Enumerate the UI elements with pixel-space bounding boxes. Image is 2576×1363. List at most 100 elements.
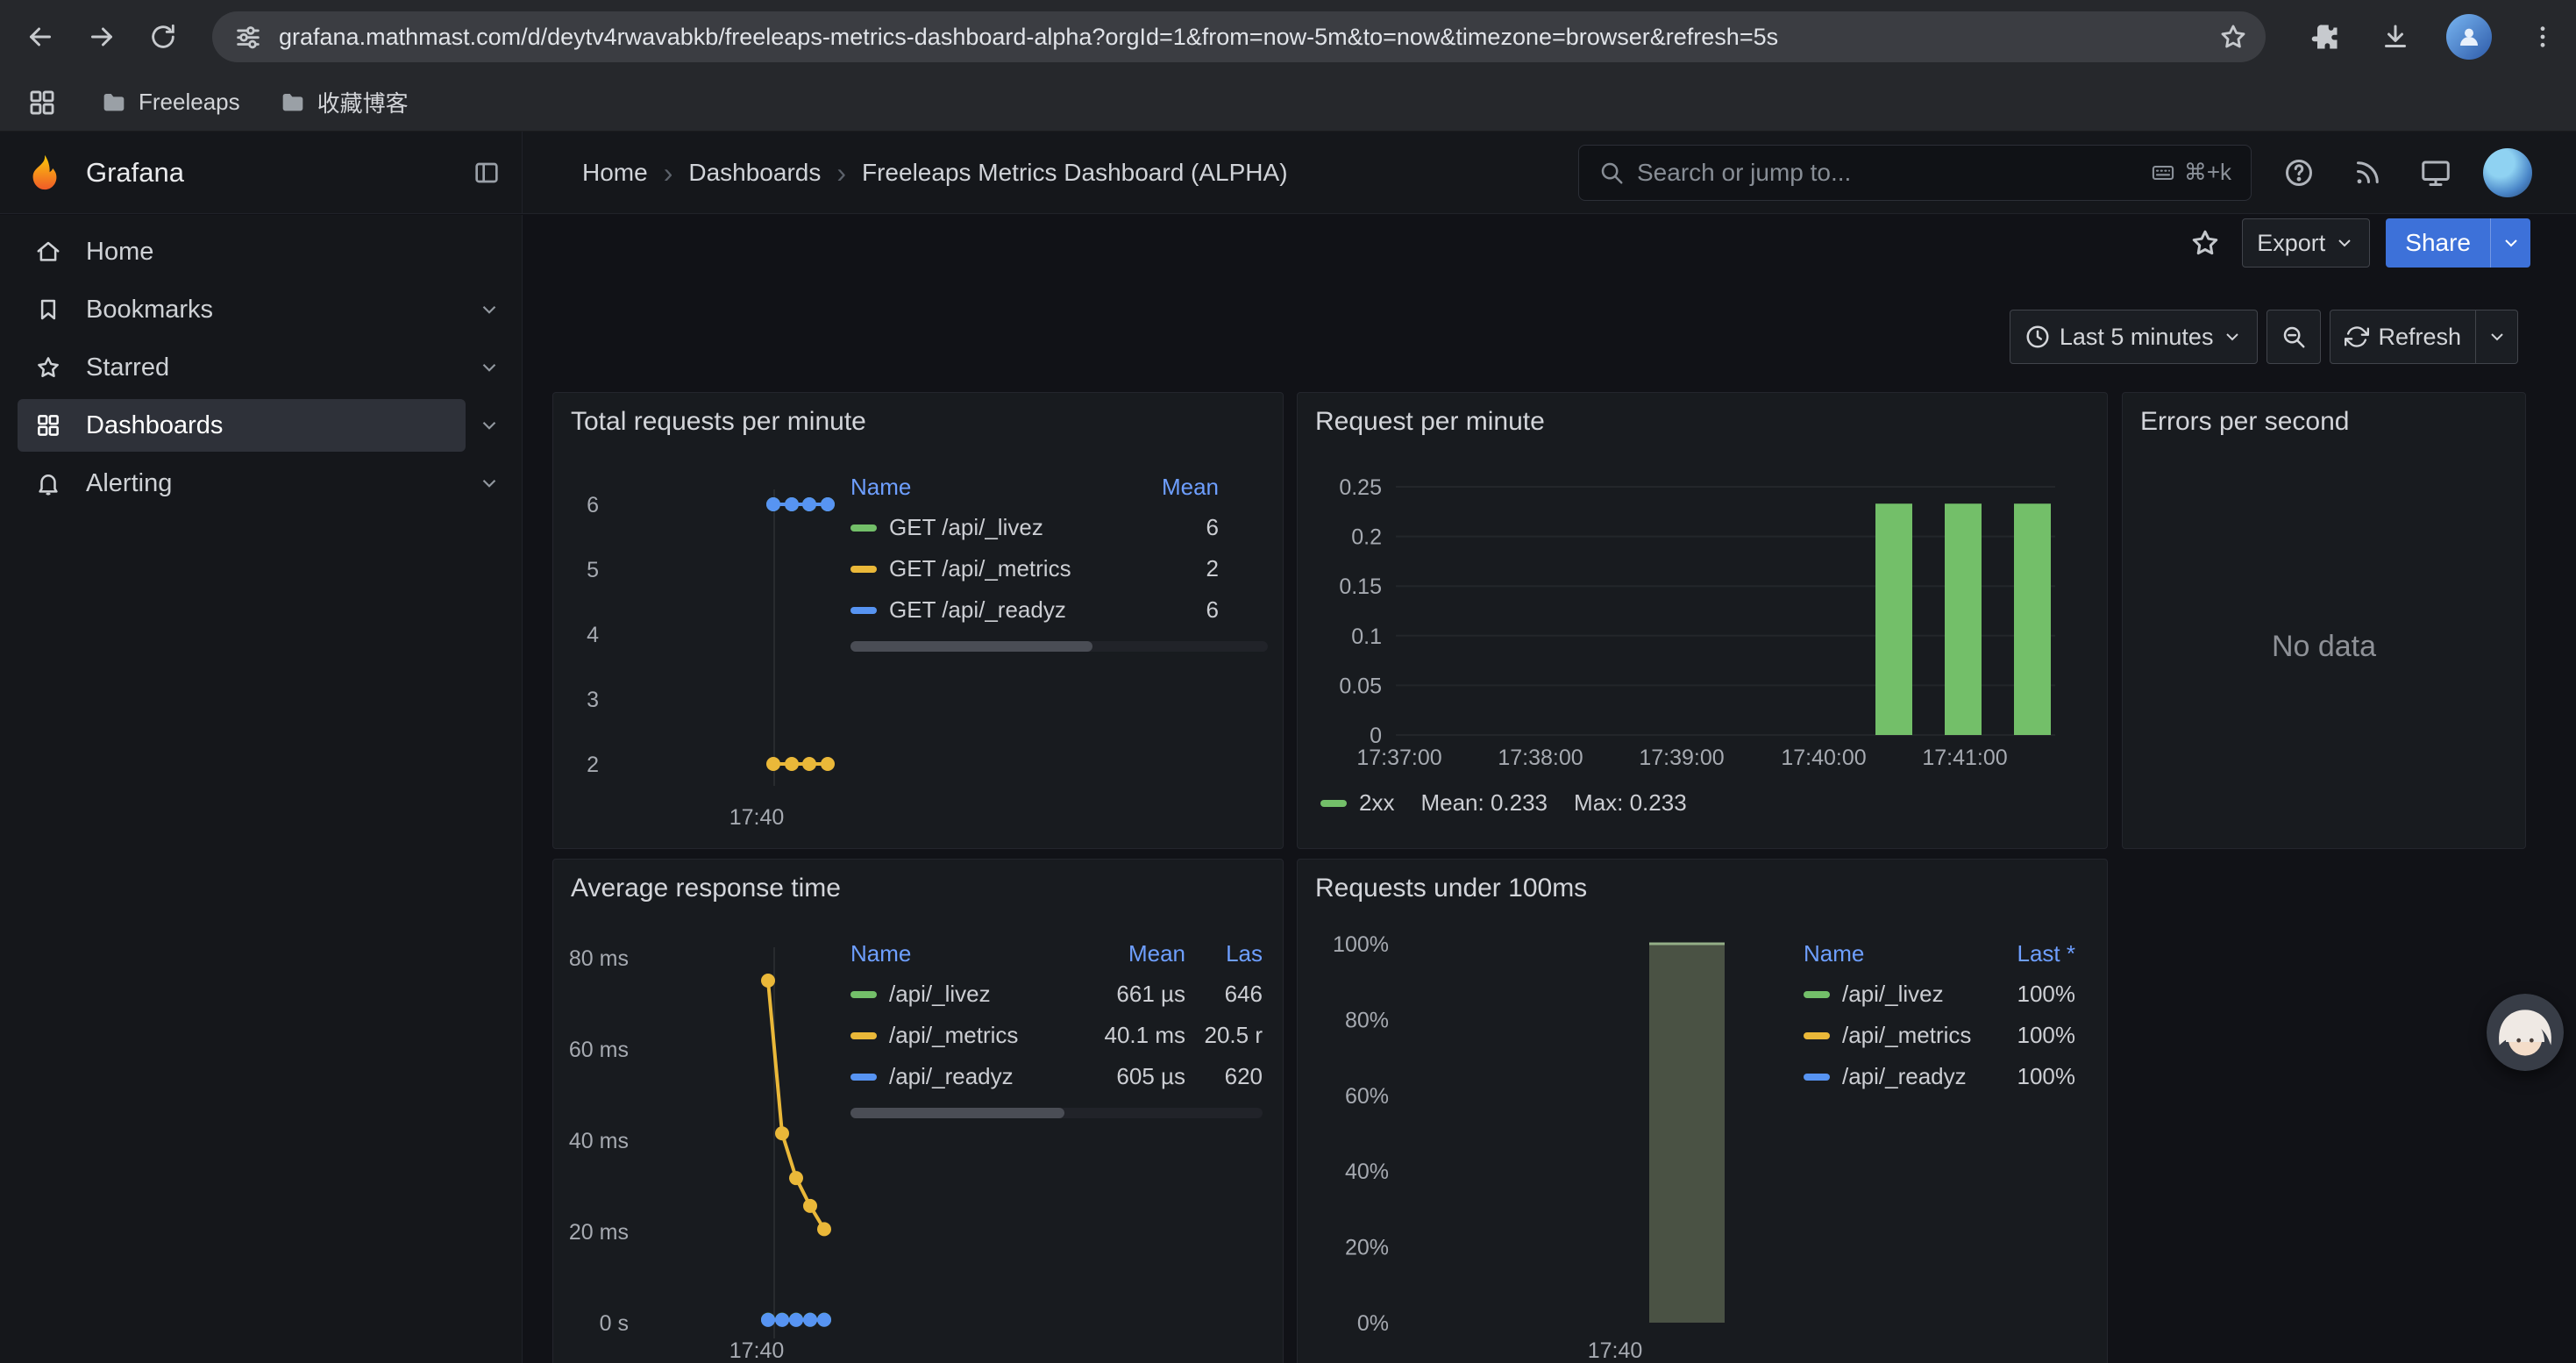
panel-request-per-minute: Request per minute 0.250.20.150.10.05017… [1297, 392, 2108, 849]
series-swatch [1804, 1032, 1830, 1039]
news-rss-icon[interactable] [2352, 157, 2383, 189]
sidebar-item-bookmarks[interactable]: Bookmarks [18, 282, 513, 338]
legend-row[interactable]: GET /api/_metrics2 [850, 548, 1268, 589]
breadcrumb-item[interactable]: Home [582, 159, 648, 187]
bookmark-item[interactable]: Freeleaps [100, 89, 240, 117]
sidebar-item-starred[interactable]: Starred [18, 339, 513, 396]
legend-header-name[interactable]: Name [850, 474, 1135, 501]
svg-text:17:40: 17:40 [729, 805, 785, 830]
export-button[interactable]: Export [2242, 218, 2370, 268]
breadcrumb-item[interactable]: Dashboards [688, 159, 821, 187]
legend-row[interactable]: GET /api/_readyz6 [850, 589, 1268, 631]
browser-toolbar: grafana.mathmast.com/d/deytv4rwavabkb/fr… [0, 0, 2576, 74]
sidebar-item-button[interactable]: Starred [18, 341, 466, 394]
url-bar[interactable]: grafana.mathmast.com/d/deytv4rwavabkb/fr… [212, 11, 2266, 62]
refresh-button[interactable]: Refresh [2330, 310, 2476, 364]
legend-table: NameMean GET /api/_livez6GET /api/_metric… [850, 467, 1268, 631]
request-per-minute-chart[interactable]: 0.250.20.150.10.05017:37:0017:38:0017:39… [1298, 393, 2108, 849]
chevron-down-icon [478, 356, 501, 379]
back-icon[interactable] [21, 18, 60, 56]
legend-value: 2 [1135, 555, 1219, 582]
browser-profile-avatar[interactable] [2446, 14, 2492, 60]
assistant-avatar-overlay[interactable] [2487, 994, 2564, 1071]
zoom-out-button[interactable] [2266, 310, 2321, 364]
favorite-star-icon[interactable] [2184, 222, 2226, 264]
svg-text:40%: 40% [1345, 1160, 1389, 1184]
share-label[interactable]: Share [2386, 218, 2490, 268]
panel-title[interactable]: Request per minute [1315, 407, 1545, 437]
downloads-icon[interactable] [2376, 18, 2415, 56]
panel-title[interactable]: Total requests per minute [571, 407, 866, 437]
legend-header-value[interactable]: Last * [1979, 940, 2075, 967]
sidebar-item-label: Bookmarks [86, 296, 213, 325]
sidebar-toggle-icon[interactable] [473, 159, 501, 187]
search-input[interactable] [1637, 159, 2151, 187]
help-icon[interactable] [2283, 157, 2315, 189]
sidebar-item-button[interactable]: Home [18, 225, 466, 278]
legend-row[interactable]: /api/_readyz100% [1804, 1056, 2075, 1097]
legend-row[interactable]: /api/_readyz605 µs620 [850, 1056, 1263, 1097]
legend-series: GET /api/_livez [850, 514, 1135, 541]
forward-icon[interactable] [82, 18, 121, 56]
browser-menu-icon[interactable] [2523, 18, 2562, 56]
grafana-body: Home Bookmarks StarredDashboardsAlerting E… [0, 215, 2576, 1363]
refresh-interval-caret[interactable] [2476, 310, 2518, 364]
star-icon [35, 354, 61, 381]
search-box[interactable]: ⌘+k [1578, 145, 2252, 201]
sidebar-item-button[interactable]: Alerting [18, 457, 466, 510]
svg-text:100%: 100% [1333, 932, 1389, 957]
reload-icon[interactable] [144, 18, 182, 56]
extensions-icon[interactable] [2306, 18, 2345, 56]
legend-scrollbar[interactable] [850, 641, 1268, 652]
sidebar-item-button[interactable]: Bookmarks [18, 283, 466, 336]
share-button[interactable]: Share [2386, 218, 2530, 268]
grafana-logo[interactable] [25, 153, 65, 193]
panel-title[interactable]: Errors per second [2140, 407, 2349, 437]
legend-header-name[interactable]: Name [850, 940, 1054, 967]
bookmark-star-icon[interactable] [2218, 22, 2248, 52]
series-swatch [1804, 1074, 1830, 1081]
apps-grid-icon[interactable] [23, 83, 61, 122]
folder-icon [100, 89, 128, 117]
legend-table: NameMeanLas/api/_livez661 µs646/api/_met… [850, 933, 1263, 1097]
grafana-brand: Grafana [86, 157, 184, 189]
legend-header-value[interactable]: Las [1185, 940, 1263, 967]
sidebar-item-expand[interactable] [466, 414, 513, 437]
legend-header-value[interactable]: Mean [1135, 474, 1219, 501]
chevron-down-icon [478, 298, 501, 321]
grafana-app: Grafana Home›Dashboards›Freeleaps Metric… [0, 132, 2576, 1363]
sidebar-item-expand[interactable] [466, 356, 513, 379]
legend-row[interactable]: GET /api/_livez6 [850, 507, 1268, 548]
screen: grafana.mathmast.com/d/deytv4rwavabkb/fr… [0, 0, 2576, 1363]
sidebar-item-dashboards[interactable]: Dashboards [18, 397, 513, 453]
legend-row[interactable]: /api/_metrics40.1 ms20.5 r [850, 1015, 1263, 1056]
sidebar-item-expand[interactable] [466, 472, 513, 495]
sidebar-item-alerting[interactable]: Alerting [18, 455, 513, 511]
user-avatar[interactable] [2483, 148, 2532, 197]
legend-scrollbar[interactable] [850, 1108, 1263, 1118]
series-swatch [850, 607, 877, 614]
site-info-icon[interactable] [233, 22, 263, 52]
sidebar-item-home[interactable]: Home [18, 224, 513, 280]
series-name: GET /api/_livez [889, 514, 1043, 541]
panel-title[interactable]: Average response time [571, 874, 841, 903]
legend-header-value[interactable]: Mean [1054, 940, 1185, 967]
panel-title[interactable]: Requests under 100ms [1315, 874, 1587, 903]
legend-row[interactable]: /api/_livez661 µs646 [850, 974, 1263, 1015]
legend[interactable]: 2xx Mean: 0.233 Max: 0.233 [1320, 789, 1687, 817]
legend-row[interactable]: /api/_livez100% [1804, 974, 2075, 1015]
url-text[interactable]: grafana.mathmast.com/d/deytv4rwavabkb/fr… [279, 24, 2218, 51]
breadcrumb-separator: › [836, 159, 846, 187]
sidebar-item-button[interactable]: Dashboards [18, 399, 466, 452]
legend-value: 661 µs [1054, 981, 1185, 1008]
sidebar-item-label: Home [86, 238, 153, 267]
legend-series: /api/_readyz [850, 1063, 1054, 1090]
share-menu-caret[interactable] [2490, 218, 2530, 268]
time-range-picker[interactable]: Last 5 minutes [2010, 310, 2259, 364]
sidebar-item-expand[interactable] [466, 298, 513, 321]
legend-row[interactable]: /api/_metrics100% [1804, 1015, 2075, 1056]
bookmark-item[interactable]: 收藏博客 [279, 86, 409, 118]
display-icon[interactable] [2420, 157, 2451, 189]
legend-header-name[interactable]: Name [1804, 940, 1979, 967]
svg-text:0.15: 0.15 [1339, 574, 1382, 599]
